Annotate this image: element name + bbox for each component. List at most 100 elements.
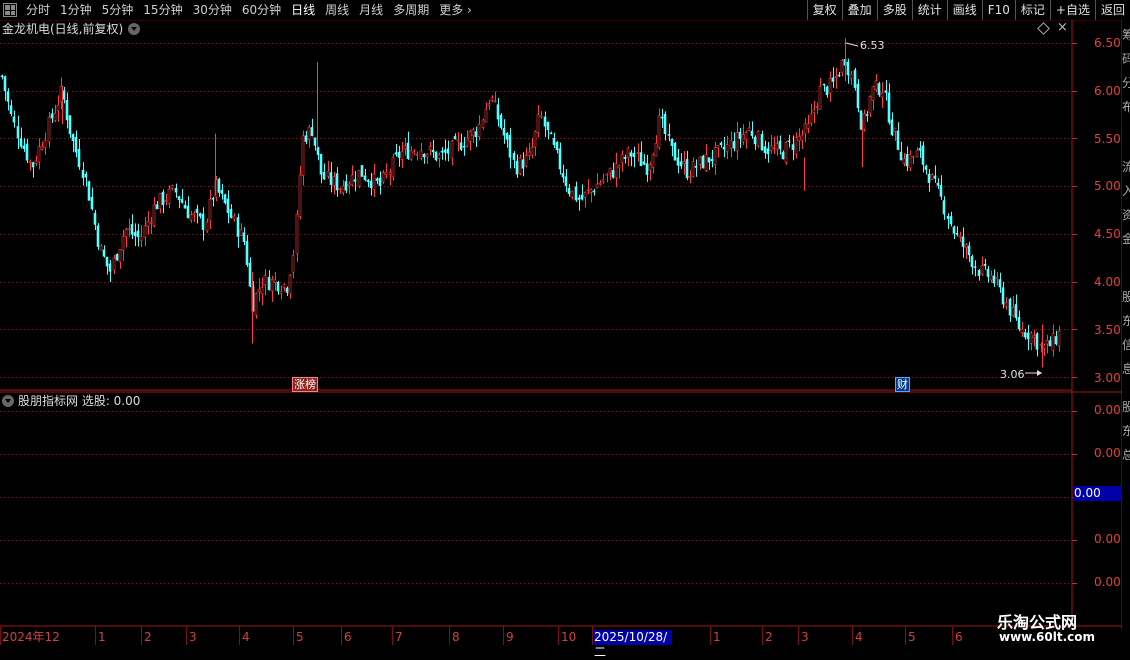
candle-body [778, 140, 782, 150]
candle-body [316, 146, 320, 155]
kline-canvas[interactable] [0, 0, 1130, 650]
price-tick: 4.50 [1094, 227, 1121, 241]
date-label: 1 [713, 630, 721, 644]
candle-body [555, 141, 559, 151]
date-label: 4 [855, 630, 863, 644]
price-tick: 6.00 [1094, 84, 1121, 98]
price-tick: 5.50 [1094, 132, 1121, 146]
candle-body [1051, 333, 1055, 351]
candle-body [539, 115, 543, 118]
candle-body [791, 144, 795, 150]
candle-body [794, 137, 798, 155]
candle-body [753, 136, 757, 145]
candle-body [127, 228, 131, 231]
candle-body [357, 169, 361, 187]
candle-body [927, 173, 931, 184]
candle-body [9, 105, 13, 114]
candle-body [620, 154, 624, 163]
indicator-title[interactable]: 股朋指标网 选股: 0.00 [2, 393, 140, 409]
candle-body [818, 86, 822, 110]
candle-body [164, 200, 168, 202]
candle-body [490, 97, 494, 101]
candle-body [270, 278, 274, 292]
panel-char: 分 [1122, 76, 1130, 90]
candle-body [322, 171, 326, 180]
chevron-down-icon[interactable] [2, 395, 14, 407]
candle-body [657, 115, 661, 148]
candle-body [34, 160, 38, 164]
candle-body [698, 156, 702, 165]
candle-body [905, 154, 909, 167]
candle-body [645, 163, 649, 175]
low-price-label: 3.06 [1000, 368, 1025, 381]
candle-body [146, 221, 150, 227]
panel-char: 息 [1122, 362, 1130, 376]
panel-char: 总 [1122, 448, 1130, 462]
candle-body [102, 249, 106, 257]
price-tick: 6.50 [1094, 36, 1121, 50]
finance-marker[interactable]: 财 [895, 377, 910, 392]
candle-body [973, 266, 977, 268]
candle-body [629, 152, 633, 157]
candle-body [459, 142, 463, 150]
candle-body [130, 224, 134, 235]
candle-body [725, 144, 729, 152]
candle-body [6, 91, 10, 102]
candle-body [787, 140, 791, 143]
candle-body [431, 149, 435, 153]
candle-body [499, 114, 503, 128]
candle-body [99, 245, 103, 251]
candle-body [502, 128, 506, 136]
candle-body [149, 221, 153, 224]
candle-body [1004, 302, 1008, 307]
candle-body [722, 146, 726, 150]
candle-body [481, 119, 485, 128]
candle-body [419, 150, 423, 159]
candle-body [338, 188, 342, 191]
candle-body [508, 134, 512, 158]
candle-body [536, 114, 540, 133]
date-label: 4 [242, 630, 250, 644]
candle-body [205, 221, 209, 232]
candle-body [1048, 340, 1052, 347]
candle-body [583, 191, 587, 198]
candle-body [840, 59, 844, 74]
candle-body [313, 137, 317, 146]
candle-body [772, 147, 776, 150]
panel-char: 东 [1122, 424, 1130, 438]
candle-body [949, 216, 953, 225]
panel-char: 流 [1122, 160, 1130, 174]
candle-body [887, 92, 891, 123]
candle-body [347, 183, 351, 187]
candle-body [310, 127, 314, 136]
candle-body [570, 190, 574, 198]
candle-body [880, 92, 884, 98]
candle-body [279, 291, 283, 294]
date-label: 2 [765, 630, 773, 644]
candle-body [915, 149, 919, 158]
candle-body [967, 245, 971, 256]
candle-body [877, 83, 881, 96]
candle-body [115, 253, 119, 261]
candle-body [595, 183, 599, 189]
candle-body [729, 140, 733, 149]
candle-body [505, 133, 509, 140]
candle-body [626, 147, 630, 158]
candle-body [989, 274, 993, 281]
candle-body [450, 140, 454, 159]
candle-body [809, 113, 813, 124]
candle-body [282, 284, 286, 288]
candle-body [422, 153, 426, 158]
candle-body [567, 187, 571, 194]
candle-body [74, 136, 78, 153]
candle-body [871, 86, 875, 101]
candle-body [474, 131, 478, 138]
price-tick: 5.00 [1094, 179, 1121, 193]
candle-body [642, 161, 646, 165]
candle-body [1045, 339, 1049, 345]
limit-up-list-marker[interactable]: 涨榜 [292, 377, 318, 392]
candle-body [3, 76, 7, 91]
panel-char: 筹 [1122, 28, 1130, 42]
candle-body [195, 208, 199, 214]
candle-body [980, 265, 984, 275]
